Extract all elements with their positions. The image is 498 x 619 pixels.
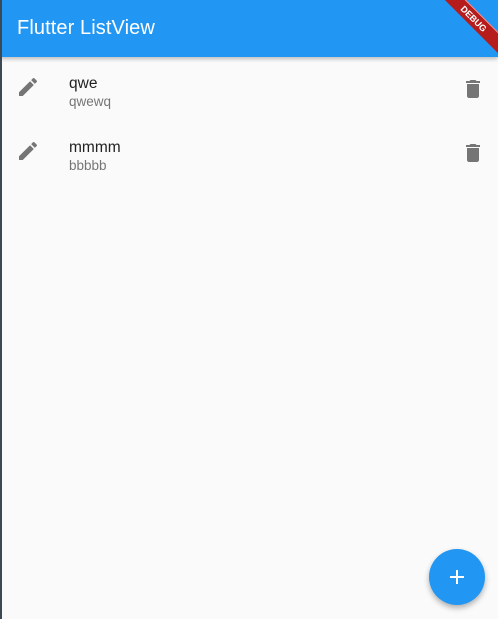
list-item[interactable]: mmmm bbbbb — [0, 121, 498, 185]
app-bar: Flutter ListView — [0, 0, 498, 57]
add-button[interactable] — [429, 549, 485, 605]
item-list: qwe qwewq mmmm bbbbb — [0, 57, 498, 185]
edit-icon[interactable] — [16, 75, 40, 99]
delete-icon[interactable] — [461, 77, 485, 101]
debug-banner: DEBUG — [440, 0, 498, 57]
item-subtitle: qwewq — [69, 94, 112, 109]
debug-banner-container: DEBUG — [440, 0, 498, 58]
list-item[interactable]: qwe qwewq — [0, 57, 498, 121]
item-title: qwe — [69, 75, 98, 92]
add-icon — [450, 570, 464, 584]
edit-icon[interactable] — [16, 139, 40, 163]
app-title: Flutter ListView — [17, 17, 155, 39]
window-left-edge — [0, 0, 2, 619]
delete-icon[interactable] — [461, 141, 485, 165]
item-title: mmmm — [69, 139, 121, 156]
item-subtitle: bbbbb — [69, 158, 107, 173]
